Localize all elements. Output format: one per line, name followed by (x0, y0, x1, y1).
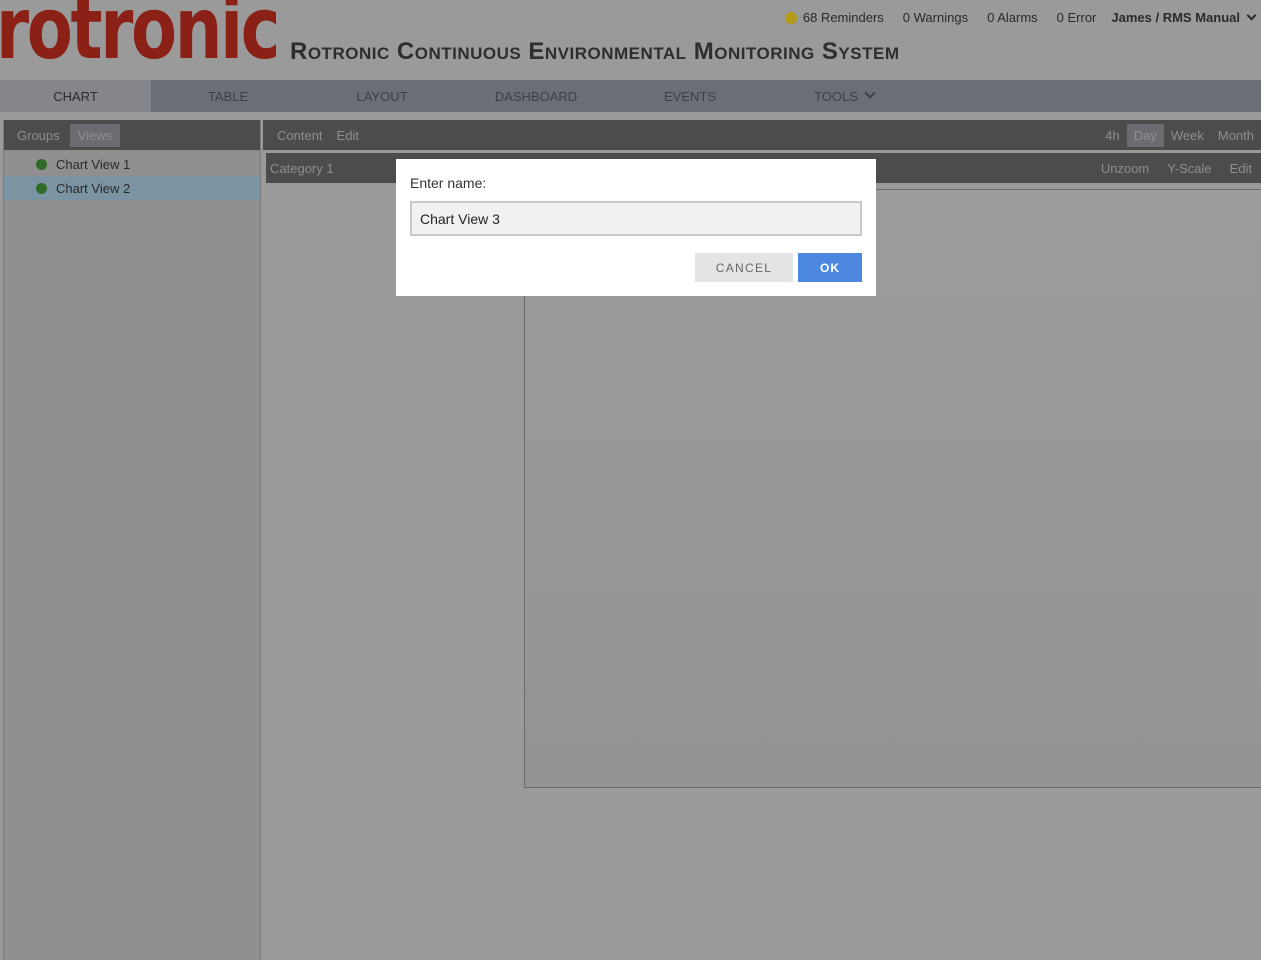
tab-events[interactable]: EVENTS (613, 80, 767, 112)
view-item-chart-view-2[interactable]: Chart View 2 (4, 176, 260, 200)
tab-table[interactable]: TABLE (151, 80, 305, 112)
rename-dialog: Enter name: CANCEL OK (396, 159, 876, 296)
reminders-count: 68 Reminders (802, 10, 884, 25)
ok-button[interactable]: OK (798, 253, 862, 282)
chart-toolbar: Content Edit 4h Day Week Month (263, 120, 1261, 150)
warnings-status[interactable]: 0 Warnings (903, 10, 968, 25)
main-nav: CHART TABLE LAYOUT DASHBOARD EVENTS TOOL… (0, 80, 1261, 112)
tab-groups[interactable]: Groups (9, 124, 68, 147)
content-button[interactable]: Content (270, 124, 330, 147)
range-month-button[interactable]: Month (1211, 124, 1261, 147)
y-scale-button[interactable]: Y-Scale (1158, 157, 1220, 180)
range-day-button[interactable]: Day (1126, 123, 1164, 147)
status-dot-icon (36, 182, 47, 194)
user-name: James / RMS Manual (1111, 10, 1240, 25)
tab-tools-label: TOOLS (814, 88, 858, 104)
category-label: Category 1 (270, 160, 334, 176)
reminder-dot-icon (784, 11, 797, 24)
range-week-button[interactable]: Week (1164, 124, 1211, 147)
reminders-status[interactable]: 68 Reminders (784, 10, 884, 25)
tab-views[interactable]: Views (69, 123, 121, 147)
edit-button[interactable]: Edit (330, 124, 366, 147)
tab-dashboard[interactable]: DASHBOARD (459, 80, 613, 112)
user-menu[interactable]: James / RMS Manual (1111, 10, 1257, 25)
tab-layout[interactable]: LAYOUT (305, 80, 459, 112)
name-input[interactable] (410, 201, 862, 236)
chevron-down-icon (864, 87, 876, 99)
errors-status[interactable]: 0 Error (1057, 10, 1097, 25)
tab-chart[interactable]: CHART (0, 80, 151, 112)
rotronic-logo: rotronic (0, 0, 281, 79)
status-dot-icon (36, 158, 47, 170)
alarms-status[interactable]: 0 Alarms (987, 10, 1038, 25)
app-title: Rotronic Continuous Environmental Monito… (290, 38, 900, 65)
edit-chart-button[interactable]: Edit (1221, 157, 1261, 180)
views-panel: Groups Views Chart View 1 Chart View 2 (3, 120, 261, 960)
cancel-button[interactable]: CANCEL (695, 253, 793, 282)
unzoom-button[interactable]: Unzoom (1092, 157, 1158, 180)
panel-tabs: Groups Views (4, 120, 260, 150)
view-item-chart-view-1[interactable]: Chart View 1 (4, 152, 260, 176)
range-4h-button[interactable]: 4h (1098, 124, 1126, 147)
status-bar: 68 Reminders 0 Warnings 0 Alarms 0 Error… (784, 10, 1257, 25)
tab-tools[interactable]: TOOLS (767, 80, 921, 112)
chevron-down-icon (1246, 10, 1257, 20)
view-item-label: Chart View 1 (56, 156, 131, 172)
view-item-label: Chart View 2 (56, 180, 131, 196)
dialog-prompt: Enter name: (410, 175, 487, 191)
app-header: rotronic Rotronic Continuous Environment… (0, 0, 1261, 79)
